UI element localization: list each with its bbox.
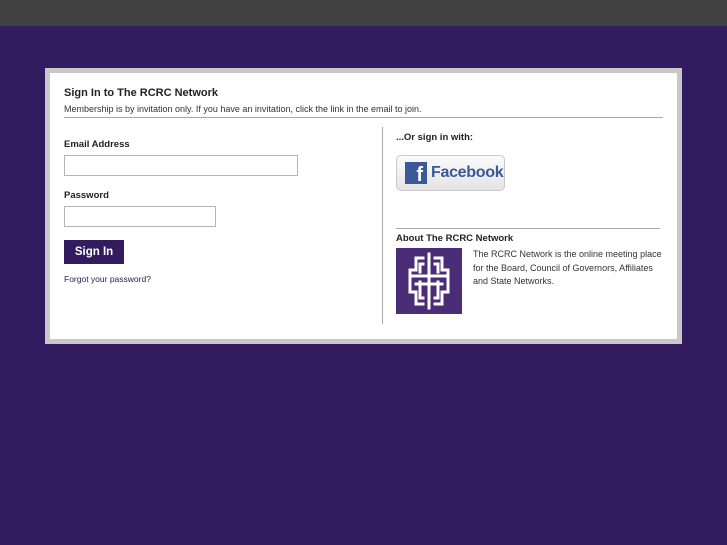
column-divider: [382, 127, 383, 324]
email-field[interactable]: [64, 155, 298, 176]
signin-title: Sign In to The RCRC Network: [64, 87, 218, 99]
facebook-login-button[interactable]: f Facebook: [396, 155, 505, 191]
about-title: About The RCRC Network: [396, 233, 514, 244]
facebook-button-label: Facebook: [431, 164, 504, 181]
password-field[interactable]: [64, 206, 216, 227]
signin-panel: Sign In to The RCRC Network Membership i…: [50, 73, 677, 339]
or-sign-in-label: ...Or sign in with:: [396, 132, 474, 143]
header-divider: [64, 117, 663, 118]
email-label: Email Address: [64, 139, 130, 150]
about-description: The RCRC Network is the online meeting p…: [473, 249, 662, 286]
facebook-icon: f: [405, 162, 427, 184]
sign-in-button[interactable]: Sign In: [64, 240, 124, 264]
password-label: Password: [64, 190, 109, 201]
rcrc-logo: [396, 248, 462, 314]
forgot-password-link[interactable]: Forgot your password?: [64, 274, 151, 284]
signin-subtitle: Membership is by invitation only. If you…: [64, 104, 422, 114]
about-divider: [396, 228, 660, 229]
rcrc-logo-icon: [408, 252, 450, 310]
top-bar: [0, 0, 727, 26]
